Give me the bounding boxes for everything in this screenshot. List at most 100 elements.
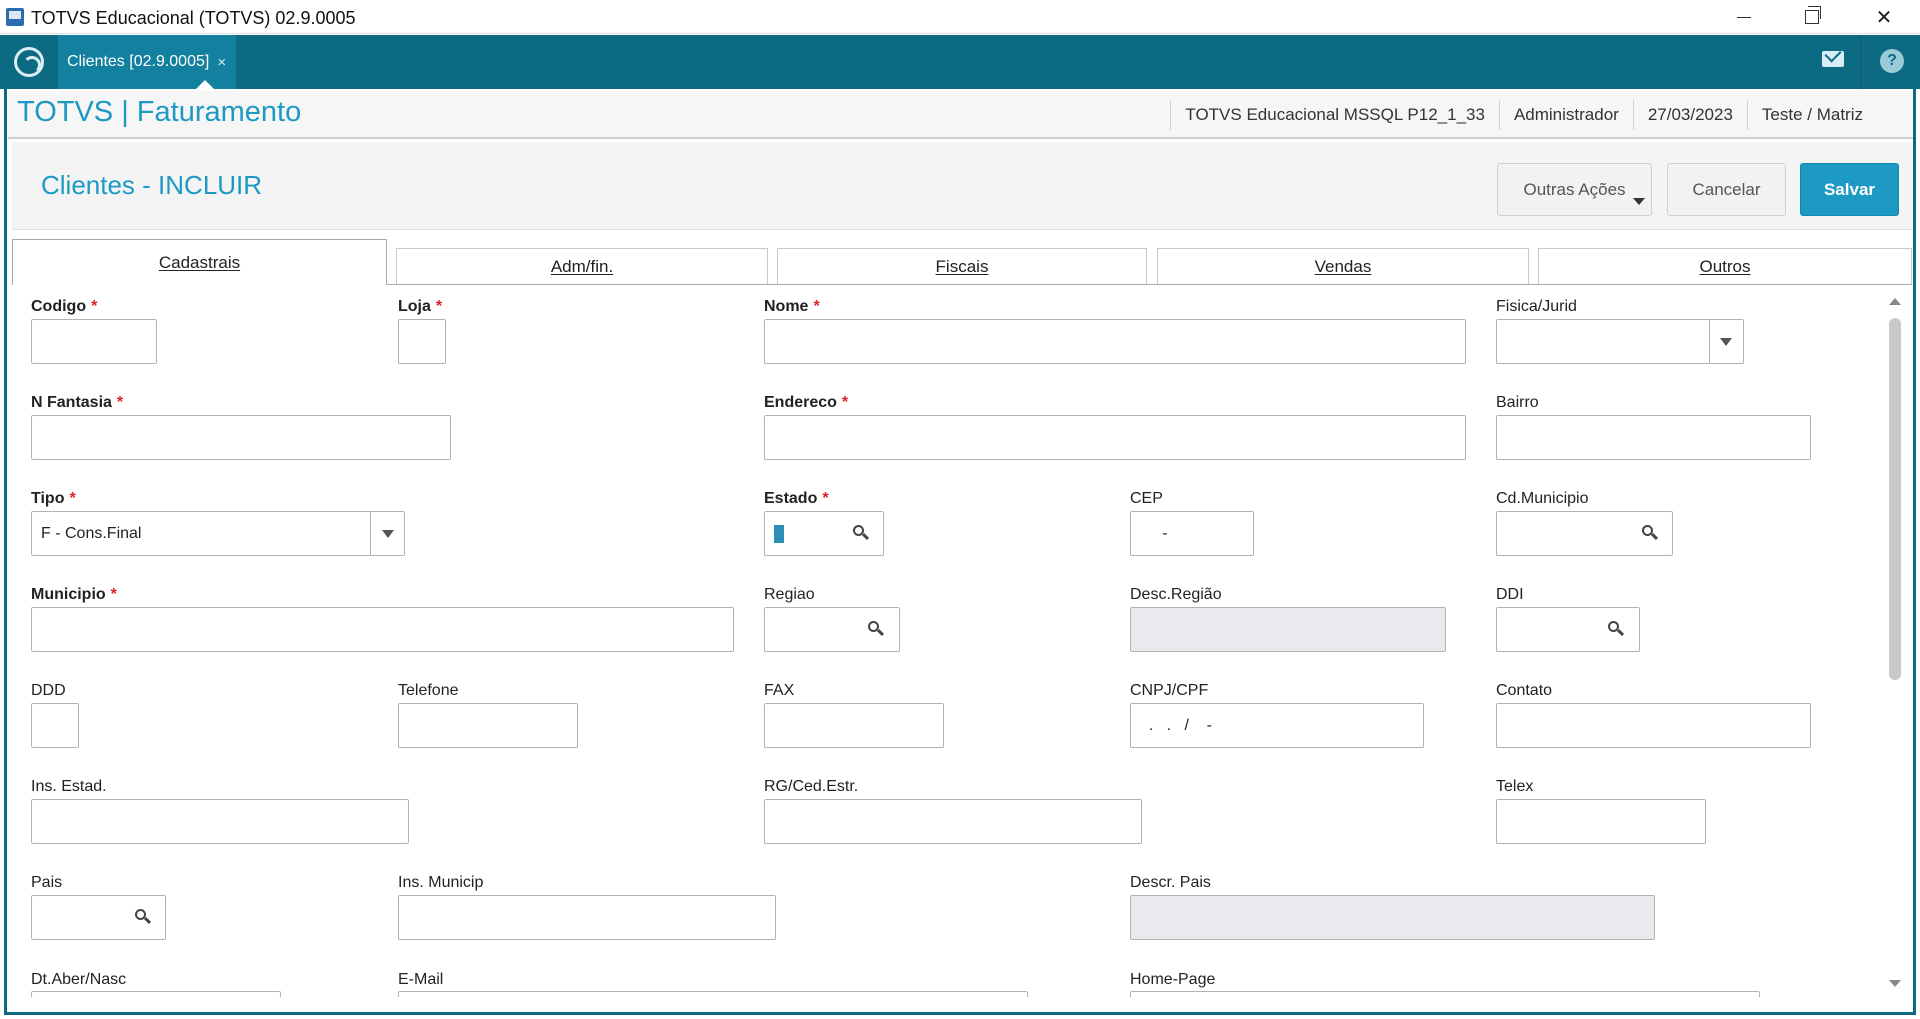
outras-acoes-button[interactable]: Outras Ações [1497,163,1652,216]
fisica-jurid-select[interactable] [1496,319,1744,364]
cd-municipio-input[interactable] [1496,511,1673,556]
page-header: Clientes - INCLUIR Outras Ações Cancelar… [12,142,1912,230]
ddi-label: DDI [1496,586,1524,603]
ins-estad-input[interactable] [31,799,409,844]
form-scrollbar[interactable] [1884,290,1906,995]
municipio-label: Municipio * [31,586,117,603]
home-page-label: Home-Page [1130,971,1216,988]
app-topbar: Clientes [02.9.0005] × ? [0,35,1920,89]
telefone-label: Telefone [398,682,459,699]
ins-municip-input[interactable] [398,895,776,940]
telex-input[interactable] [1496,799,1706,844]
save-button[interactable]: Salvar [1800,163,1899,216]
page-title: Clientes - INCLUIR [41,170,263,200]
dt-aber-nasc-input[interactable] [31,991,281,997]
environment-label: TOTVS Educacional MSSQL P12_1_33 [1170,100,1499,130]
email-input[interactable] [398,991,1028,997]
search-icon[interactable] [853,525,869,541]
tab-clientes-label: Clientes [02.9.0005] [67,53,210,70]
select-divider [370,512,371,555]
descr-pais-label: Descr. Pais [1130,874,1211,891]
estado-label: Estado * [764,490,829,507]
chevron-down-icon [382,530,394,538]
select-divider [1709,320,1710,363]
cep-input[interactable]: - [1130,511,1254,556]
tab-fiscais[interactable]: Fiscais [777,248,1147,285]
cancel-button[interactable]: Cancelar [1667,163,1786,216]
close-window-button[interactable]: ✕ [1850,0,1918,34]
tipo-value: F - Cons.Final [41,524,142,542]
tab-adm-fin[interactable]: Adm/fin. [396,248,768,285]
rg-ced-estr-input[interactable] [764,799,1142,844]
tab-close-icon[interactable]: × [217,54,226,71]
outras-acoes-label: Outras Ações [1523,179,1626,199]
regiao-label: Regiao [764,586,815,603]
ddd-input[interactable] [31,703,79,748]
search-icon[interactable] [1642,525,1658,541]
scroll-up-icon[interactable] [1889,298,1901,305]
search-icon[interactable] [1608,621,1624,637]
estado-input[interactable] [764,511,884,556]
user-label: Administrador [1498,100,1633,130]
telefone-input[interactable] [398,703,578,748]
module-title: TOTVS | Faturamento [17,96,302,128]
telex-label: Telex [1496,778,1534,795]
rg-ced-estr-label: RG/Ced.Estr. [764,778,859,795]
codigo-label: Codigo * [31,298,98,315]
desc-regiao-label: Desc.Região [1130,586,1222,603]
municipio-input[interactable] [31,607,734,652]
scroll-down-icon[interactable] [1889,980,1901,987]
codigo-input[interactable] [31,319,157,364]
form-tabs: Cadastrais Adm/fin. Fiscais Vendas Outro… [12,239,1912,285]
form-cadastrais: Codigo * Loja * Nome * Fisica/Jurid N Fanta… [12,285,1884,997]
bairro-label: Bairro [1496,394,1539,411]
cep-label: CEP [1130,490,1163,507]
bairro-input[interactable] [1496,415,1811,460]
fax-input[interactable] [764,703,944,748]
regiao-input[interactable] [764,607,900,652]
session-info: TOTVS Educacional MSSQL P12_1_33 Adminis… [1170,99,1877,131]
nome-input[interactable] [764,319,1466,364]
nome-label: Nome * [764,298,820,315]
close-icon: ✕ [1875,6,1893,29]
search-icon[interactable] [135,909,151,925]
ddd-label: DDD [31,682,66,699]
loja-input[interactable] [398,319,446,364]
window-title: TOTVS Educacional (TOTVS) 02.9.0005 [31,8,356,28]
pais-label: Pais [31,874,63,891]
pais-input[interactable] [31,895,166,940]
chevron-down-icon [1720,338,1732,346]
tipo-select[interactable]: F - Cons.Final [31,511,405,556]
desc-regiao-field [1130,607,1446,652]
tab-cadastrais[interactable]: Cadastrais [12,239,387,285]
cnpj-cpf-input[interactable]: . . / - [1130,703,1424,748]
n-fantasia-input[interactable] [31,415,451,460]
help-icon[interactable]: ? [1880,49,1904,73]
topbar-divider [1860,35,1861,89]
dt-aber-nasc-label: Dt.Aber/Nasc [31,971,127,988]
scroll-thumb[interactable] [1889,318,1901,680]
tab-clientes[interactable]: Clientes [02.9.0005] × [58,35,236,89]
fax-label: FAX [764,682,795,699]
ddi-input[interactable] [1496,607,1640,652]
fisica-jurid-label: Fisica/Jurid [1496,298,1577,315]
contato-input[interactable] [1496,703,1811,748]
ins-municip-label: Ins. Municip [398,874,484,891]
tab-outros[interactable]: Outros [1538,248,1912,285]
totvs-logo-icon[interactable] [14,47,44,77]
text-cursor [774,525,784,543]
minimize-button[interactable] [1710,0,1778,34]
search-icon[interactable] [868,621,884,637]
cnpj-cpf-label: CNPJ/CPF [1130,682,1209,699]
descr-pais-field [1130,895,1655,940]
endereco-input[interactable] [764,415,1466,460]
mail-icon[interactable] [1822,51,1844,67]
n-fantasia-label: N Fantasia * [31,394,124,411]
module-header: TOTVS | Faturamento TOTVS Educacional MS… [8,91,1913,139]
ins-estad-label: Ins. Estad. [31,778,107,795]
restore-button[interactable] [1778,0,1846,34]
home-page-input[interactable] [1130,991,1760,997]
loja-label: Loja * [398,298,443,315]
tab-vendas[interactable]: Vendas [1157,248,1529,285]
branch-label: Teste / Matriz [1746,100,1877,130]
